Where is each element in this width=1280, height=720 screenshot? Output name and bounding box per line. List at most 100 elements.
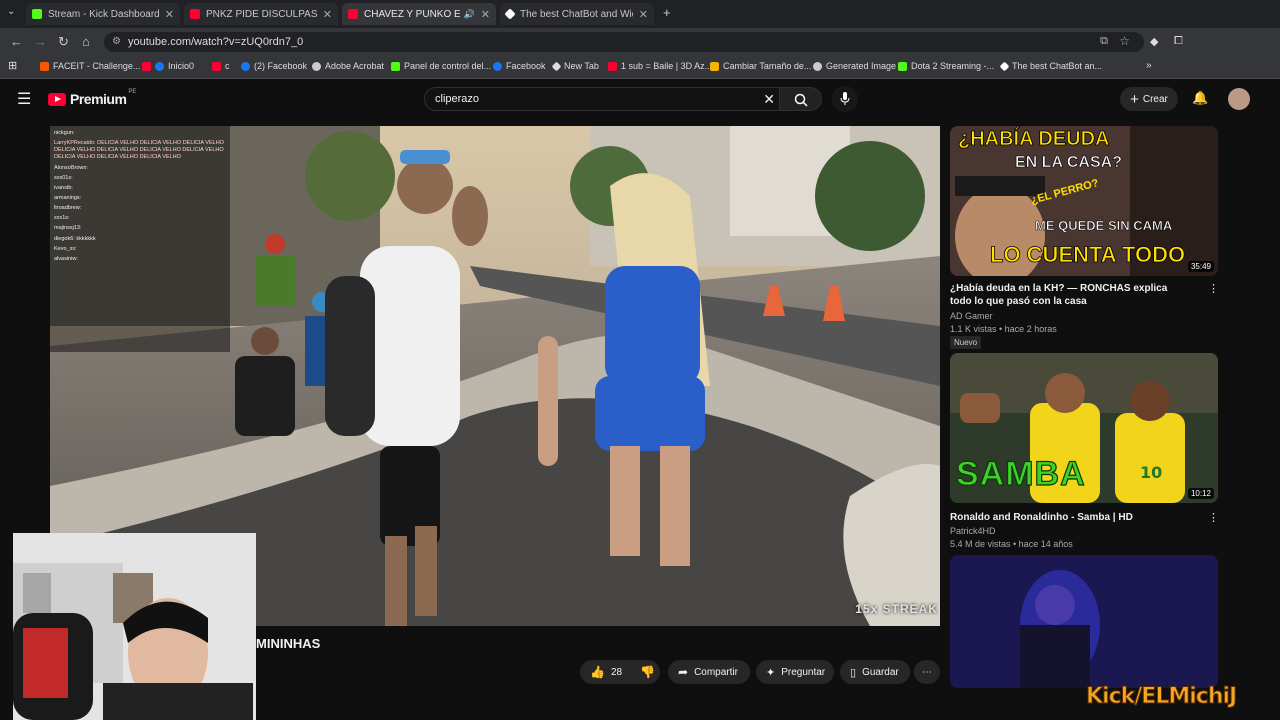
close-icon[interactable]: ✕ (165, 8, 174, 21)
bookmark-item[interactable]: FACEIT - Challenge... (40, 61, 140, 71)
close-icon[interactable]: ✕ (481, 8, 490, 21)
new-tab-icon[interactable]: + (663, 5, 671, 20)
browser-tab-bar: ⌄ Stream - Kick Dashboard ✕ PNKZ PIDE DI… (0, 0, 1280, 28)
tab-title: PNKZ PIDE DISCULPAS A SU FA (206, 8, 317, 20)
microphone-icon (840, 92, 850, 105)
more-actions-button[interactable]: ⋯ (914, 660, 940, 684)
kick-watermark: Kick/ELMichiJ (1085, 684, 1237, 710)
facebook-icon (241, 61, 250, 71)
install-icon[interactable]: ⧉ (1100, 35, 1108, 48)
page-icon (551, 61, 562, 71)
chat-message: majinssj13: (54, 225, 82, 232)
ask-button[interactable]: ✦ Preguntar (756, 660, 834, 684)
bookmark-label: (2) Facebook (254, 61, 308, 71)
duration-badge: 35:49 (1187, 261, 1214, 272)
youtube-icon (212, 61, 221, 71)
suggestion-thumbnail[interactable]: ¿HABÍA DEUDA EN LA CASA? ¿EL PERRO? ME Q… (950, 126, 1218, 276)
sparkle-icon: ✦ (766, 666, 776, 679)
bookmark-item[interactable]: Dota 2 Streaming -... (898, 61, 994, 71)
chat-message: ltroadbrew: (54, 205, 82, 212)
extensions-puzzle-icon[interactable]: ⧠ (1174, 35, 1183, 48)
youtube-logo[interactable]: Premium PE (48, 89, 136, 107)
bookmark-item[interactable]: The best ChatBot an... (999, 61, 1103, 71)
like-button[interactable]: 👍 28 👎 (580, 660, 660, 684)
thumbnail-text-1: SAMBA (955, 454, 1086, 493)
create-button[interactable]: + Crear (1120, 87, 1178, 111)
suggestion-channel[interactable]: AD Gamer (950, 311, 993, 321)
bookmark-item[interactable]: Inicio0 (142, 61, 194, 71)
more-options-icon[interactable]: ⋮ (1208, 511, 1219, 524)
bookmark-item[interactable]: 1 sub = Baile | 3D Az... (608, 61, 712, 71)
back-icon[interactable]: ← (10, 34, 23, 49)
close-icon[interactable]: ✕ (323, 8, 332, 21)
extension-icon[interactable]: ◆ (1150, 35, 1158, 48)
bookmark-label: Adobe Acrobat (325, 61, 385, 71)
chat-message: Kevo_xx: (54, 245, 77, 252)
tab-kick-dashboard[interactable]: Stream - Kick Dashboard ✕ (26, 3, 180, 25)
image-icon (813, 61, 822, 71)
bookmark-label: Dota 2 Streaming -... (911, 61, 995, 71)
suggestion-channel[interactable]: Patrick4HD (950, 526, 996, 536)
bookmark-item[interactable]: Facebook (493, 61, 546, 71)
bookmarks-bar: ⊞ FACEIT - Challenge... Inicio0 c (2) Fa… (0, 56, 1280, 79)
suggestion-thumbnail[interactable] (950, 555, 1218, 688)
suggestion-title[interactable]: ¿Había deuda en la KH? — RONCHAS explica… (950, 282, 1190, 308)
share-button[interactable]: ➦ Compartir (668, 660, 750, 684)
tab-title: CHAVEZ Y PUNKO ENCUEN (364, 8, 460, 20)
create-label: Crear (1142, 93, 1168, 105)
clear-search-icon[interactable]: ✕ (763, 91, 775, 108)
suggestion-title[interactable]: Ronaldo and Ronaldinho - Samba | HD (950, 511, 1190, 524)
chat-message: nickgun: (54, 130, 75, 136)
close-icon[interactable]: ✕ (639, 8, 648, 21)
chat-message: ivanstb: (54, 184, 73, 191)
bookmark-label: The best ChatBot an... (1012, 61, 1103, 71)
tab-chavez[interactable]: CHAVEZ Y PUNKO ENCUEN 🔊 ✕ (342, 3, 496, 25)
chat-message: AlonsoBrown: (54, 164, 88, 171)
save-button[interactable]: ▯ Guardar (840, 660, 910, 684)
forward-icon[interactable]: → (34, 34, 47, 49)
kick-icon (391, 61, 400, 71)
thumbs-down-icon[interactable]: 👎 (640, 665, 655, 679)
logo-text: Premium (70, 91, 127, 107)
reload-icon[interactable]: ↻ (58, 34, 69, 50)
bookmark-item[interactable]: Cambiar Tamaño de... (710, 61, 811, 71)
speaker-icon[interactable]: 🔊 (464, 9, 475, 20)
bookmark-item[interactable]: Adobe Acrobat (312, 61, 384, 71)
bookmark-item[interactable]: (2) Facebook (241, 61, 307, 71)
more-bookmarks-icon[interactable]: » (1146, 60, 1152, 71)
chat-message: armanings: (54, 194, 82, 201)
chat-message: xxx1s: (54, 215, 70, 222)
address-input[interactable]: ⚙ youtube.com/watch?v=zUQ0rdn7_0 ⧉ ☆ (104, 32, 1144, 52)
acrobat-icon (312, 61, 321, 71)
more-options-icon[interactable]: ⋮ (1208, 282, 1219, 295)
bookmark-item[interactable]: Generated Image (813, 61, 896, 71)
voice-search-button[interactable] (832, 86, 858, 112)
bookmark-item[interactable]: c (212, 61, 230, 71)
tab-chatbot[interactable]: The best ChatBot and Widgets ✕ (500, 3, 654, 25)
suggestion-thumbnail[interactable]: 10 SAMBA 10:12 (950, 353, 1218, 503)
bookmark-star-icon[interactable]: ☆ (1119, 34, 1130, 48)
share-icon: ➦ (678, 665, 689, 679)
home-icon[interactable]: ⌂ (82, 34, 90, 49)
faceit-icon (40, 61, 49, 71)
search-input[interactable]: cliperazo ✕ (424, 87, 780, 111)
menu-icon[interactable]: ☰ (17, 89, 31, 109)
apps-grid-icon[interactable]: ⊞ (8, 59, 17, 72)
save-label: Guardar (862, 666, 899, 678)
tab-list-icon[interactable]: ⌄ (7, 6, 15, 17)
bookmark-label: c (225, 61, 230, 71)
site-info-icon[interactable]: ⚙ (112, 36, 121, 47)
suggestion-meta: 1.1 K vistas • hace 2 horas (950, 324, 1057, 334)
kick-icon (898, 61, 907, 71)
tab-pnkz[interactable]: PNKZ PIDE DISCULPAS A SU FA ✕ (184, 3, 338, 25)
search-button[interactable] (780, 87, 822, 111)
chatbot-icon (999, 61, 1010, 71)
kick-icon (32, 9, 42, 19)
bookmark-label: Inicio0 (168, 61, 195, 71)
bookmark-item[interactable]: New Tab (551, 61, 599, 71)
resize-icon (710, 61, 719, 71)
webcam-feed (13, 533, 256, 720)
bookmark-item[interactable]: Panel de control del... (391, 61, 491, 71)
tab-title: The best ChatBot and Widgets (520, 8, 633, 20)
youtube-icon (142, 61, 151, 71)
